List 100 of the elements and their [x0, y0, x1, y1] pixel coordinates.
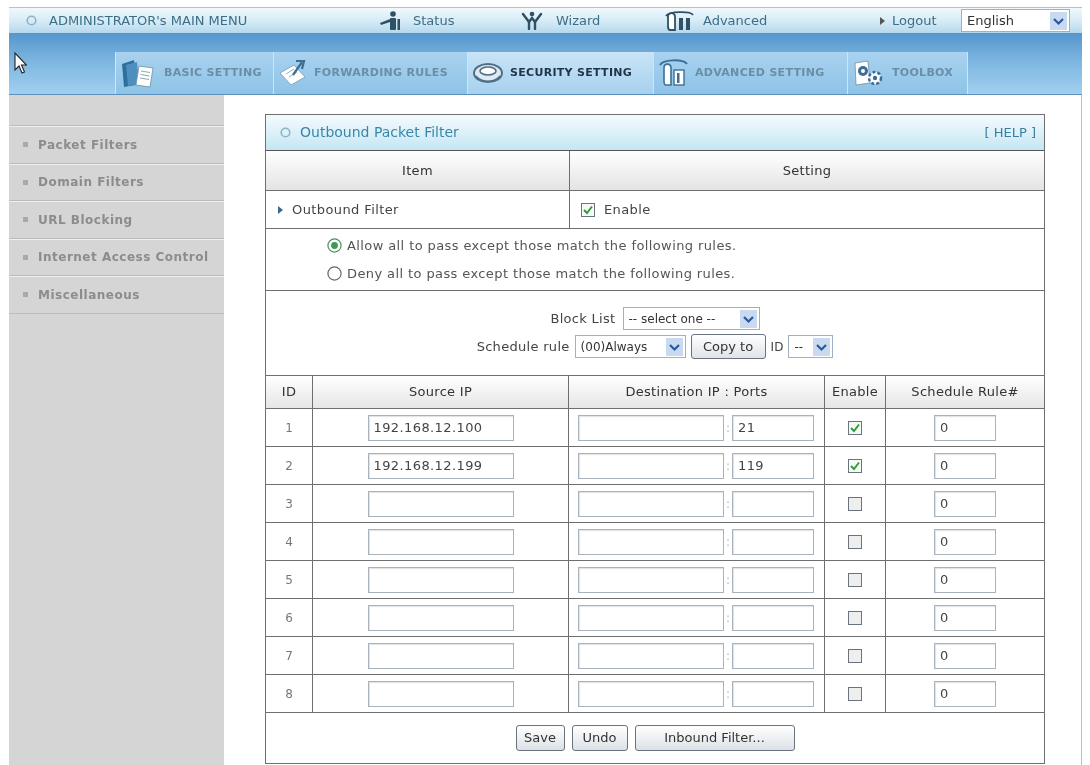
- rule-enable-checkbox[interactable]: [848, 496, 862, 511]
- language-dropdown[interactable]: English: [961, 9, 1070, 32]
- column-header: Destination IP : Ports: [569, 376, 825, 408]
- port-field[interactable]: [732, 642, 814, 669]
- radio-label: Deny all to pass except those match the following rules.: [347, 264, 736, 283]
- rule-enable-checkbox[interactable]: [848, 648, 862, 663]
- enable-checkbox[interactable]: [581, 202, 595, 217]
- logout-link[interactable]: Logout: [880, 10, 937, 31]
- port-separator: :: [724, 647, 731, 665]
- rule-id-cell: 5: [266, 561, 313, 598]
- rule-id-cell: 2: [266, 447, 313, 484]
- square-bullet-icon: [23, 217, 28, 223]
- page-bars-icon: [665, 10, 695, 31]
- port-separator: :: [724, 685, 731, 703]
- caret-right-icon: [278, 205, 283, 214]
- square-bullet-icon: [23, 292, 28, 298]
- rule-enable-checkbox[interactable]: [848, 610, 862, 625]
- schedule-rule-field[interactable]: 0: [934, 566, 996, 593]
- column-header: Schedule Rule#: [910, 383, 1020, 402]
- form-button[interactable]: Undo: [571, 725, 628, 751]
- destination-ip-field[interactable]: [578, 452, 724, 479]
- source-ip-field[interactable]: [367, 680, 514, 707]
- radio-button[interactable]: [327, 238, 342, 254]
- column-header: Enable: [825, 376, 886, 408]
- schedule-rule-field[interactable]: 0: [934, 452, 996, 479]
- destination-ip-field[interactable]: [578, 642, 724, 669]
- field-label: Schedule rule: [476, 337, 570, 356]
- help-link[interactable]: [ HELP ]: [984, 122, 1036, 143]
- main-menu-title: ADMINISTRATOR's MAIN MENU: [49, 11, 248, 30]
- port-separator: :: [724, 419, 731, 437]
- chevron-down-icon: [813, 337, 831, 356]
- destination-ip-field[interactable]: [578, 490, 724, 517]
- port-field[interactable]: 119: [732, 452, 814, 479]
- rule-id-cell: 8: [266, 675, 313, 712]
- port-field[interactable]: 21: [732, 414, 814, 441]
- square-bullet-icon: [23, 142, 28, 148]
- destination-ip-field[interactable]: [578, 680, 724, 707]
- circle-icon: [26, 15, 37, 26]
- nav-tab[interactable]: SECURITY SETTING: [467, 52, 653, 94]
- port-field[interactable]: [732, 490, 814, 517]
- form-button[interactable]: Save: [515, 725, 565, 751]
- caret-right-icon: [880, 16, 885, 25]
- source-ip-field[interactable]: 192.168.12.199: [367, 452, 514, 479]
- chevron-down-icon: [739, 309, 757, 328]
- top-menu-link[interactable]: Advanced: [665, 10, 768, 31]
- circle-icon: [280, 127, 291, 138]
- rule-enable-checkbox[interactable]: [848, 572, 862, 587]
- rule-id-cell: 3: [266, 485, 313, 522]
- mouse-pointer-icon: [14, 52, 27, 74]
- destination-ip-field[interactable]: [578, 414, 724, 441]
- schedule-rule-field[interactable]: 0: [934, 680, 996, 707]
- port-separator: :: [724, 533, 731, 551]
- setting-label: Outbound Filter: [292, 200, 399, 219]
- schedule-rule-field[interactable]: 0: [934, 642, 996, 669]
- port-separator: :: [724, 609, 731, 627]
- rule-enable-checkbox[interactable]: [848, 420, 862, 435]
- schedule-rule-field[interactable]: 0: [934, 528, 996, 555]
- top-menu-link[interactable]: Wizard: [521, 10, 601, 31]
- top-menu-link[interactable]: Status: [379, 10, 455, 31]
- chevron-down-icon: [1050, 11, 1067, 30]
- port-field[interactable]: [732, 566, 814, 593]
- rule-id-cell: 4: [266, 523, 313, 560]
- rule-id-cell: 7: [266, 637, 313, 674]
- port-separator: :: [724, 457, 731, 475]
- column-header: ID: [266, 376, 313, 408]
- rule-enable-checkbox[interactable]: [848, 458, 862, 473]
- people-icon: [521, 11, 543, 30]
- radio-button[interactable]: [327, 265, 342, 281]
- rule-enable-checkbox[interactable]: [848, 686, 862, 701]
- block-list-dropdown[interactable]: -- select one --: [622, 307, 760, 330]
- port-field[interactable]: [732, 528, 814, 555]
- source-ip-field[interactable]: 192.168.12.100: [367, 414, 514, 441]
- form-button[interactable]: Inbound Filter...: [634, 725, 795, 751]
- destination-ip-field[interactable]: [578, 566, 724, 593]
- pencil-paper-icon: [278, 59, 308, 87]
- port-separator: :: [724, 495, 731, 513]
- rule-enable-checkbox[interactable]: [848, 534, 862, 549]
- source-ip-field[interactable]: [367, 566, 514, 593]
- schedule-rule-field[interactable]: 0: [934, 414, 996, 441]
- source-ip-field[interactable]: [367, 642, 514, 669]
- destination-ip-field[interactable]: [578, 528, 724, 555]
- source-ip-field[interactable]: [367, 490, 514, 517]
- port-field[interactable]: [732, 680, 814, 707]
- person-icon: [379, 11, 401, 30]
- column-header: Source IP: [313, 376, 569, 408]
- port-field[interactable]: [732, 604, 814, 631]
- ring-icon: [472, 61, 504, 85]
- source-ip-field[interactable]: [367, 528, 514, 555]
- copy-to-button[interactable]: Copy to: [690, 334, 766, 359]
- radio-label: Allow all to pass except those match the following rules.: [347, 237, 737, 255]
- schedule-rule-field[interactable]: 0: [934, 604, 996, 631]
- schedule-rule-dropdown[interactable]: (00)Always: [574, 335, 686, 358]
- rule-id-cell: 1: [266, 409, 313, 446]
- source-ip-field[interactable]: [367, 604, 514, 631]
- destination-ip-field[interactable]: [578, 604, 724, 631]
- rule-id-dropdown[interactable]: --: [788, 335, 834, 358]
- square-bullet-icon: [23, 254, 28, 260]
- schedule-rule-field[interactable]: 0: [934, 490, 996, 517]
- port-separator: :: [724, 571, 731, 589]
- checkbox-label: Enable: [604, 200, 651, 219]
